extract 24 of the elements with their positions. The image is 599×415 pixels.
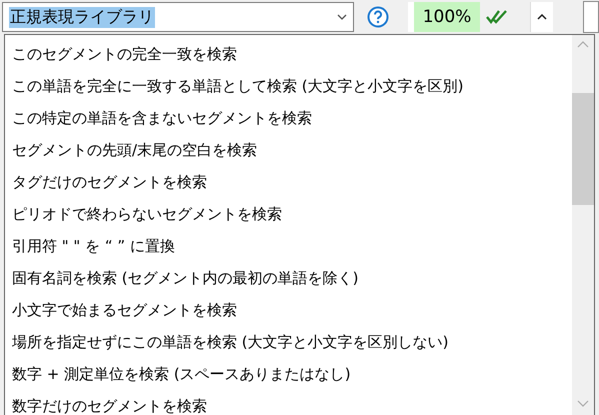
double-check-icon[interactable] [486,10,508,24]
scroll-up-button[interactable] [530,2,553,32]
dropdown-option[interactable]: タグだけのセグメントを検索 [5,166,572,198]
dropdown-option[interactable]: セグメントの先頭/末尾の空白を検索 [5,134,572,166]
dropdown-option[interactable]: 数字だけのセグメントを検索 [5,390,572,415]
dropdown-option[interactable]: このセグメントの完全一致を検索 [5,38,572,70]
help-icon[interactable] [367,6,389,28]
text-field[interactable] [583,1,599,33]
scrollbar-thumb[interactable] [572,93,594,205]
dropdown-option[interactable]: この特定の単語を含まないセグメントを検索 [5,102,572,134]
dropdown-option[interactable]: ピリオドで終わらないセグメントを検索 [5,198,572,230]
dropdown-option[interactable]: 場所を指定せずにこの単語を検索 (大文字と小文字を区別しない) [5,326,572,358]
dropdown-option[interactable]: 数字 + 測定単位を検索 (スペースありまたはなし) [5,358,572,390]
dropdown-option[interactable]: この単語を完全に一致する単語として検索 (大文字と小文字を区別) [5,70,572,102]
chevron-down-icon [337,14,347,20]
scroll-down-icon[interactable] [577,400,589,407]
dropdown-option[interactable]: 小文字で始まるセグメントを検索 [5,294,572,326]
dropdown-option[interactable]: 固有名詞を検索 (セグメント内の最初の単語を除く) [5,262,572,294]
dropdown-value: 正規表現ライブラリ [9,6,155,28]
match-percentage: 100% [414,2,480,32]
dropdown-option[interactable]: 引用符 " " を “ ” に置換 [5,230,572,262]
scroll-up-icon[interactable] [577,41,589,48]
chevron-up-icon [537,14,547,20]
library-dropdown[interactable]: 正規表現ライブラリ [2,2,354,32]
